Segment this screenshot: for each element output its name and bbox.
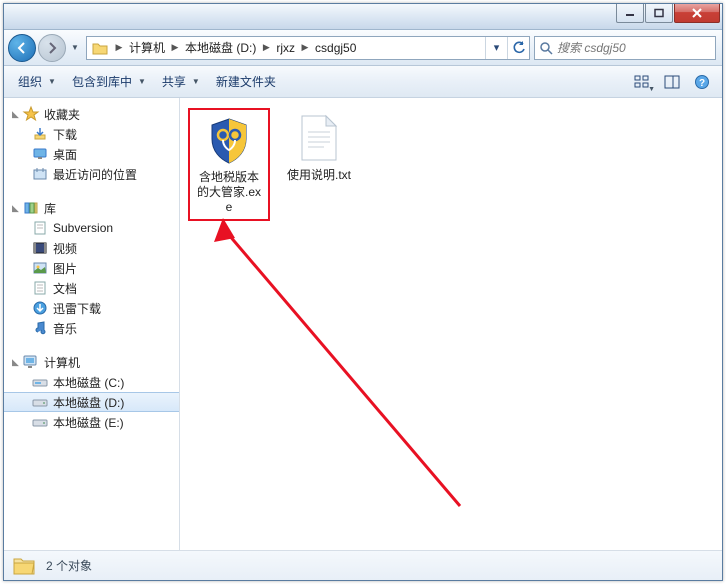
navigation-bar: ▼ ▶ 计算机 ▶ 本地磁盘 (D:) ▶ rjxz ▶ csdgj50 ▾ [4,30,722,66]
preview-pane-button[interactable] [658,70,686,94]
tree-label: 本地磁盘 (C:) [53,374,124,391]
tree-label: 桌面 [53,146,77,163]
music-icon [32,320,48,336]
folder-icon [90,38,110,58]
titlebar [4,4,722,30]
tree-label: Subversion [53,221,113,235]
computer-icon [23,354,39,370]
doc-icon [32,220,48,236]
downloads-icon [32,126,48,142]
explorer-window: ▼ ▶ 计算机 ▶ 本地磁盘 (D:) ▶ rjxz ▶ csdgj50 ▾ [3,3,723,581]
sidebar-item-subversion[interactable]: Subversion [4,218,179,238]
breadcrumb[interactable]: csdgj50 [311,37,360,59]
sidebar-item-drive-d[interactable]: 本地磁盘 (D:) [4,392,179,412]
drive-icon [32,414,48,430]
search-icon [539,41,553,55]
file-list-pane[interactable]: 含地税版本的大管家.exe 使用说明.txt [180,98,722,550]
sidebar-item-desktop[interactable]: 桌面 [4,144,179,164]
star-icon [23,106,39,122]
libraries-icon [23,200,39,216]
documents-icon [32,280,48,296]
chevron-right-icon[interactable]: ▶ [169,42,181,53]
organize-button[interactable]: 组织▼ [10,69,64,94]
address-dropdown[interactable]: ▾ [485,37,507,59]
video-icon [32,240,48,256]
history-dropdown[interactable]: ▼ [68,43,82,52]
search-input[interactable] [557,41,715,55]
collapse-icon[interactable]: ◣ [12,109,18,120]
file-item[interactable]: 含地税版本的大管家.exe [188,108,270,221]
download-icon [32,300,48,316]
desktop-icon [32,146,48,162]
favorites-header[interactable]: ◣ 收藏夹 [4,104,179,124]
status-text: 2 个对象 [46,557,92,574]
share-button[interactable]: 共享▼ [154,69,208,94]
maximize-button[interactable] [645,4,673,23]
shield-exe-icon [205,116,253,164]
close-button[interactable] [674,4,720,23]
sidebar-item-videos[interactable]: 视频 [4,238,179,258]
sidebar-item-drive-e[interactable]: 本地磁盘 (E:) [4,412,179,432]
explorer-body: ◣ 收藏夹 下载 桌面 最近访问的位置 [4,98,722,550]
tree-label: 本地磁盘 (D:) [53,394,124,411]
view-options-button[interactable]: ▼ [628,70,656,94]
breadcrumb[interactable]: 计算机 [125,37,169,59]
tree-label: 视频 [53,240,77,257]
tree-label: 收藏夹 [44,106,80,123]
sidebar-item-xunlei[interactable]: 迅雷下载 [4,298,179,318]
tree-label: 图片 [53,260,77,277]
sidebar-item-downloads[interactable]: 下载 [4,124,179,144]
sidebar-item-recent[interactable]: 最近访问的位置 [4,164,179,184]
txt-file-icon [295,114,343,162]
tree-label: 最近访问的位置 [53,166,137,183]
sidebar-item-drive-c[interactable]: 本地磁盘 (C:) [4,372,179,392]
collapse-icon[interactable]: ◣ [12,203,18,214]
command-bar: 组织▼ 包含到库中▼ 共享▼ 新建文件夹 ▼ ? [4,66,722,98]
window-controls [615,4,720,23]
drive-icon [32,394,48,410]
breadcrumb[interactable]: rjxz [272,37,299,59]
tree-label: 迅雷下载 [53,300,101,317]
chevron-right-icon[interactable]: ▶ [299,42,311,53]
back-button[interactable] [8,34,36,62]
sidebar-item-documents[interactable]: 文档 [4,278,179,298]
chevron-right-icon[interactable]: ▶ [113,42,125,53]
libraries-header[interactable]: ◣ 库 [4,198,179,218]
minimize-button[interactable] [616,4,644,23]
file-name: 使用说明.txt [282,168,356,183]
refresh-button[interactable] [507,37,529,59]
tree-label: 计算机 [44,354,80,371]
help-button[interactable]: ? [688,70,716,94]
folder-icon [12,554,36,578]
chevron-right-icon[interactable]: ▶ [260,42,272,53]
tree-label: 库 [44,200,56,217]
file-item[interactable]: 使用说明.txt [278,108,360,187]
drive-icon [32,374,48,390]
status-bar: 2 个对象 [4,550,722,580]
tree-label: 下载 [53,126,77,143]
sidebar-item-music[interactable]: 音乐 [4,318,179,338]
pictures-icon [32,260,48,276]
file-name: 含地税版本的大管家.exe [194,170,264,215]
collapse-icon[interactable]: ◣ [12,357,18,368]
include-in-library-button[interactable]: 包含到库中▼ [64,69,154,94]
forward-button[interactable] [38,34,66,62]
computer-header[interactable]: ◣ 计算机 [4,352,179,372]
tree-label: 本地磁盘 (E:) [53,414,124,431]
navigation-pane[interactable]: ◣ 收藏夹 下载 桌面 最近访问的位置 [4,98,180,550]
svg-text:?: ? [699,78,705,89]
new-folder-button[interactable]: 新建文件夹 [208,69,284,94]
breadcrumb[interactable]: 本地磁盘 (D:) [181,37,260,59]
recent-icon [32,166,48,182]
tree-label: 文档 [53,280,77,297]
search-box[interactable] [534,36,716,60]
tree-label: 音乐 [53,320,77,337]
sidebar-item-pictures[interactable]: 图片 [4,258,179,278]
address-bar[interactable]: ▶ 计算机 ▶ 本地磁盘 (D:) ▶ rjxz ▶ csdgj50 ▾ [86,36,530,60]
